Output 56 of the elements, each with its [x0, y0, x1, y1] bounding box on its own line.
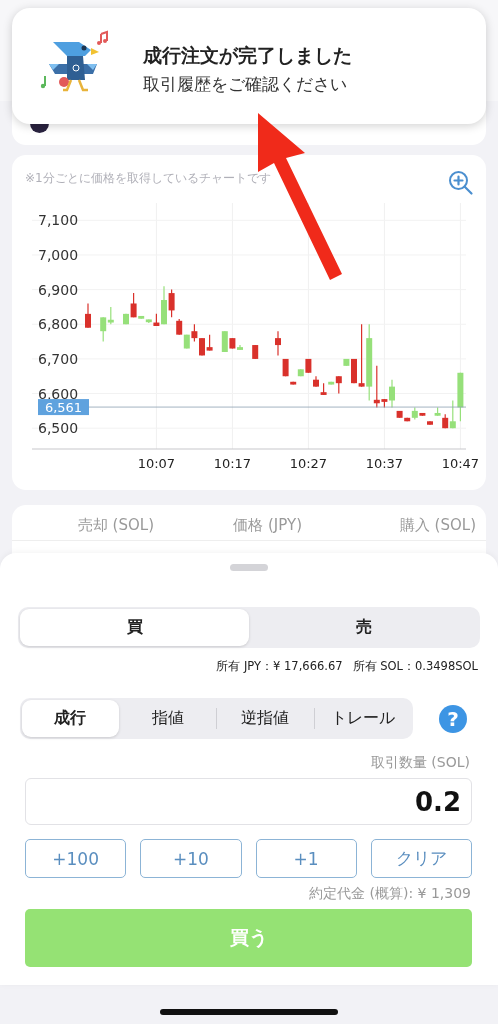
falling-candle: [153, 313, 160, 327]
falling-candle: [290, 381, 297, 386]
rising-candle: [123, 313, 129, 325]
rising-candle: [389, 379, 395, 409]
y-axis-label: 6,600: [38, 385, 79, 402]
rising-candle: [221, 330, 228, 353]
column-header: 価格 (JPY): [232, 515, 302, 535]
notification-title: 成行注文が完了しました: [143, 42, 352, 68]
column-header: 購入 (SOL): [398, 515, 476, 535]
rising-candle: [343, 358, 350, 367]
current-price-tag: 6,561: [38, 399, 89, 416]
estimated-cost: 約定代金 (概算): ¥ 1,309: [308, 884, 472, 903]
rising-candle: [434, 406, 441, 417]
rising-candle: [161, 285, 167, 325]
column-header: 売却 (SOL): [76, 515, 155, 535]
order-type-tab[interactable]: 指値: [119, 700, 216, 737]
quick-amount-button[interactable]: +10: [140, 839, 242, 878]
order-type-tab[interactable]: トレール: [314, 700, 411, 737]
order-type-tab[interactable]: 成行: [22, 700, 119, 737]
rising-candle: [297, 368, 304, 377]
falling-candle: [85, 302, 91, 329]
falling-candle: [335, 375, 342, 395]
y-axis-label: 6,900: [38, 281, 79, 298]
balance-text: 所有 SOL：0.3498SOL: [352, 659, 478, 674]
quantity-label: 取引数量 (SOL): [369, 753, 471, 772]
rising-candle: [237, 344, 243, 351]
rising-candle: [411, 406, 418, 421]
x-axis-label: 10:27: [289, 456, 328, 471]
chart-note: ※1分ごとに価格を取得しているチャートです: [25, 170, 271, 187]
falling-candle: [442, 413, 449, 429]
falling-candle: [419, 412, 426, 417]
x-axis-label: 10:17: [213, 456, 252, 471]
y-axis-label: 6,500: [38, 420, 79, 437]
quantity-field[interactable]: 0.2: [25, 778, 472, 825]
quick-amount-button[interactable]: クリア: [370, 839, 472, 878]
y-axis-label: 6,700: [38, 350, 79, 367]
falling-candle: [427, 420, 433, 426]
falling-candle: [130, 292, 137, 318]
x-axis-label: 10:47: [441, 456, 480, 471]
notification-message: 取引履歴をご確認ください: [143, 72, 348, 96]
side-tab[interactable]: 買: [20, 609, 249, 646]
side-tab[interactable]: 売: [249, 609, 478, 646]
y-axis-label: 7,000: [38, 246, 79, 263]
balance-text: 所有 JPY：¥ 17,666.67: [216, 659, 343, 674]
x-axis-label: 10:07: [137, 456, 176, 471]
x-axis-label: 10:37: [365, 456, 404, 471]
falling-candle: [252, 344, 259, 360]
zoom-in-icon[interactable]: [448, 170, 474, 196]
ref-line-label: 6,561: [44, 400, 83, 416]
order-type-tab[interactable]: 逆指値: [217, 700, 314, 737]
falling-candle: [229, 337, 236, 350]
y-axis-label: 6,800: [38, 316, 79, 333]
y-axis-label: 7,100: [38, 212, 79, 229]
rising-candle: [328, 381, 335, 386]
sheet-handle[interactable]: [230, 564, 268, 571]
rising-candle: [183, 334, 190, 350]
